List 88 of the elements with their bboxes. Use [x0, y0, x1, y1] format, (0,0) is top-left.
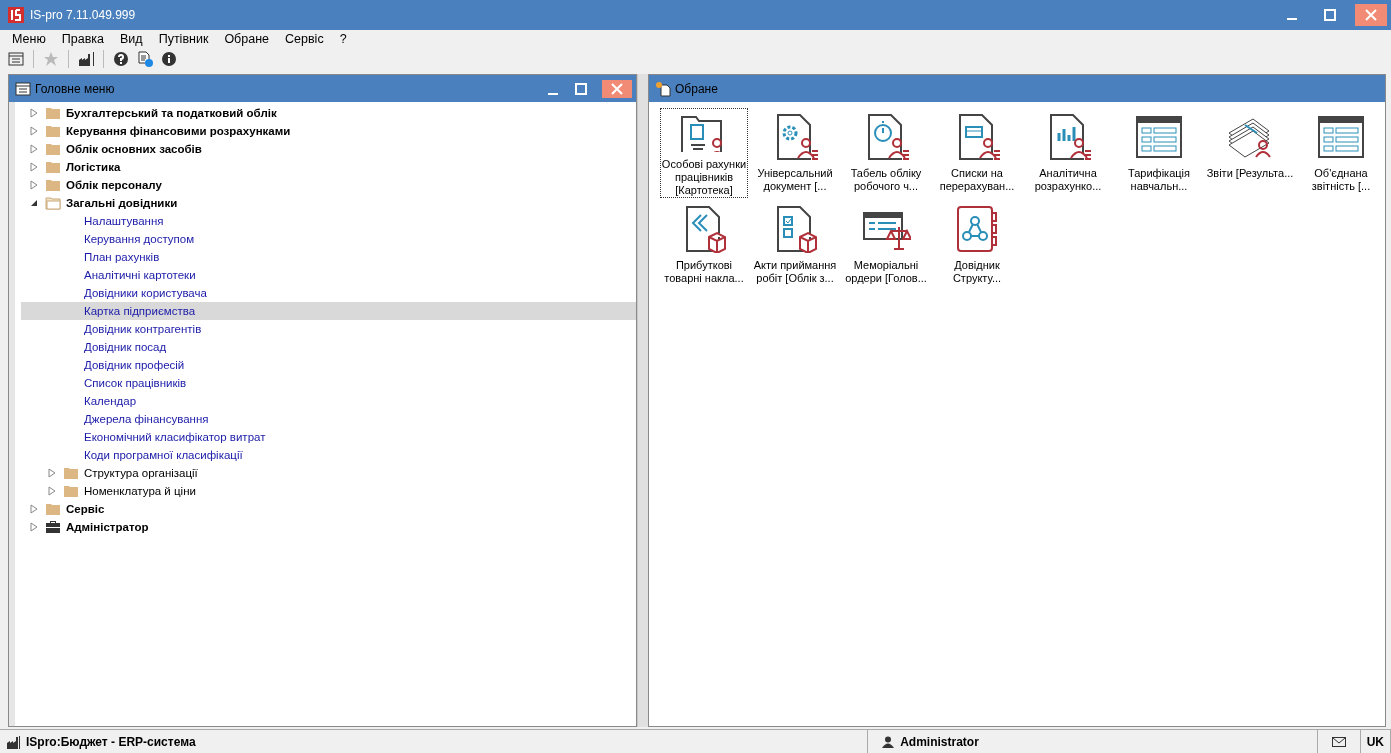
language-indicator: UK — [1366, 734, 1384, 749]
tree-item[interactable]: Сервіс — [21, 500, 636, 518]
list-icon — [15, 80, 31, 97]
favorite-shortcut[interactable]: Аналітична розрахунко... — [1024, 108, 1112, 198]
favorite-shortcut[interactable]: Меморіальні ордери [Голов... — [842, 200, 930, 290]
tree-item[interactable]: Бухгалтерський та податковий облік — [21, 104, 636, 122]
folder-icon — [45, 124, 61, 138]
table-icon — [1316, 113, 1366, 161]
menu-item[interactable]: Вид — [112, 32, 151, 46]
favorite-shortcut[interactable]: Звіти [Результа... — [1206, 108, 1294, 198]
document-help-icon[interactable] — [135, 49, 155, 69]
menu-item[interactable]: Обране — [216, 32, 278, 46]
info-icon[interactable] — [159, 49, 179, 69]
panel-title: Обране — [675, 81, 718, 96]
table-icon — [1134, 113, 1184, 161]
tree-item[interactable]: План рахунків — [21, 248, 636, 266]
favorite-shortcut[interactable]: Прибуткові товарні накла... — [660, 200, 748, 290]
tree-item[interactable]: Логістика — [21, 158, 636, 176]
mail-icon[interactable] — [1331, 736, 1346, 747]
favorite-shortcut[interactable]: Списки на перерахуван... — [933, 108, 1021, 198]
briefcase-icon — [45, 520, 61, 534]
favorite-shortcut[interactable]: Акти приймання робіт [Облік з... — [751, 200, 839, 290]
maximize-icon[interactable] — [1324, 9, 1336, 21]
folder-icon — [45, 142, 61, 156]
tree-item[interactable]: Довідник посад — [21, 338, 636, 356]
collapse-arrow-icon[interactable] — [29, 198, 39, 208]
tree-item[interactable]: Календар — [21, 392, 636, 410]
menu-item[interactable]: ? — [331, 32, 355, 46]
list-icon[interactable] — [6, 49, 26, 69]
tree-item[interactable]: Облік персоналу — [21, 176, 636, 194]
expand-arrow-icon[interactable] — [47, 486, 57, 496]
favorite-shortcut[interactable]: Об'єднана звітність [... — [1297, 108, 1385, 198]
expand-arrow-icon[interactable] — [29, 144, 39, 154]
app-logo-icon — [8, 7, 24, 23]
help-icon[interactable] — [111, 49, 131, 69]
tree-item[interactable]: Довідник професій — [21, 356, 636, 374]
close-icon — [610, 81, 624, 96]
expand-arrow-icon[interactable] — [29, 522, 39, 532]
favorite-shortcut[interactable]: Особові рахунки працівників [Картотека] — [660, 108, 748, 198]
user-icon — [882, 735, 895, 748]
tree-item[interactable]: Аналітичні картотеки — [21, 266, 636, 284]
tree-item[interactable]: Структура організації — [21, 464, 636, 482]
favorite-shortcut[interactable]: Табель обліку робочого ч... — [842, 108, 930, 198]
tree-item[interactable]: Коди програмної класифікації — [21, 446, 636, 464]
expand-arrow-icon[interactable] — [47, 468, 57, 478]
tree-item[interactable]: Облік основних засобів — [21, 140, 636, 158]
tree-item[interactable]: Загальні довідники — [21, 194, 636, 212]
star-document-icon — [655, 80, 671, 97]
folder-icon — [63, 484, 79, 498]
folder-icon — [45, 160, 61, 174]
tree-item[interactable]: Налаштування — [21, 212, 636, 230]
menu-item[interactable]: Правка — [53, 32, 113, 46]
tree-item[interactable]: Довідник контрагентів — [21, 320, 636, 338]
favorite-shortcut[interactable]: Універсальний документ [... — [751, 108, 839, 198]
user-name: Administrator — [900, 734, 979, 749]
tree-item[interactable]: Довідники користувача — [21, 284, 636, 302]
folder-icon — [63, 466, 79, 480]
open-folder-icon — [45, 196, 61, 210]
tree-item[interactable]: Джерела фінансування — [21, 410, 636, 428]
tree-item[interactable]: Список працівників — [21, 374, 636, 392]
tree-item[interactable]: Номенклатура й ціни — [21, 482, 636, 500]
tree-item[interactable]: Економічний класифікатор витрат — [21, 428, 636, 446]
expand-arrow-icon[interactable] — [29, 108, 39, 118]
factory-icon[interactable] — [76, 49, 96, 69]
factory-icon — [6, 734, 20, 749]
expand-arrow-icon[interactable] — [29, 180, 39, 190]
menu-item[interactable]: Сервіс — [277, 32, 332, 46]
expand-arrow-icon[interactable] — [29, 162, 39, 172]
folder-icon — [45, 502, 61, 516]
favorite-shortcut[interactable]: Довідник Структу... — [933, 200, 1021, 290]
menu-item[interactable]: Меню — [4, 32, 54, 46]
panel-title: Головне меню — [35, 81, 115, 96]
folder-icon — [45, 178, 61, 192]
tree-item[interactable]: Картка підприємства — [21, 302, 636, 320]
window-title: IS-pro 7.11.049.999 — [30, 8, 136, 22]
tree-item[interactable]: Адміністратор — [21, 518, 636, 536]
tree-item[interactable]: Керування фінансовими розрахунками — [21, 122, 636, 140]
system-name: ISpro:Бюджет - ERP-система — [26, 734, 196, 749]
tree-item[interactable]: Керування доступом — [21, 230, 636, 248]
menu-item[interactable]: Путівник — [150, 32, 217, 46]
close-button[interactable] — [1355, 4, 1387, 26]
close-icon — [1365, 9, 1377, 21]
folder-icon — [45, 106, 61, 120]
close-button[interactable] — [602, 79, 632, 98]
expand-arrow-icon[interactable] — [29, 126, 39, 136]
favorite-shortcut[interactable]: Тарифікація навчальн... — [1115, 108, 1203, 198]
maximize-icon[interactable] — [574, 81, 588, 96]
expand-arrow-icon[interactable] — [29, 504, 39, 514]
